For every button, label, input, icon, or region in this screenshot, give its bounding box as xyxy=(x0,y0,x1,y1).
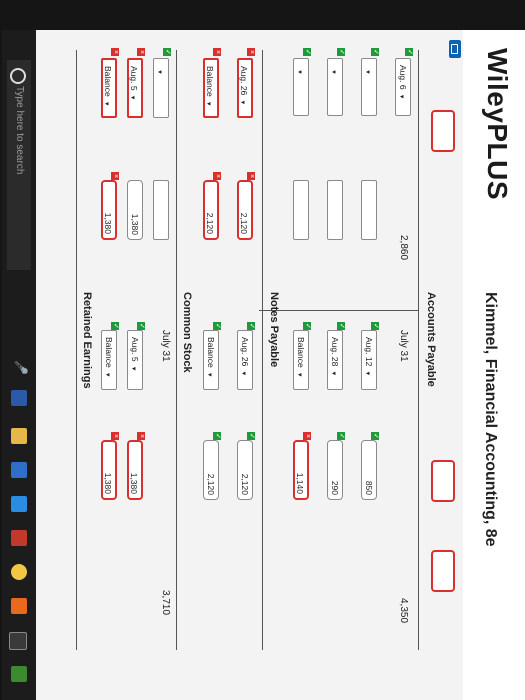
date-select[interactable]: Aug. 26▼ xyxy=(237,58,253,118)
t-account-line xyxy=(262,50,263,650)
date-select[interactable]: ▼ xyxy=(153,58,169,118)
check-icon: ✓ xyxy=(303,322,311,330)
answer-input[interactable] xyxy=(431,550,455,592)
amount-input[interactable]: 2,120 xyxy=(237,180,253,240)
notes-payable-title: Notes Payable xyxy=(268,292,280,368)
balance-select[interactable]: Balance▼ xyxy=(101,330,117,390)
date-select[interactable]: ▼ xyxy=(361,58,377,116)
app-header: WileyPLUS Kimmel, Financial Accounting, … xyxy=(463,30,525,700)
date-label: July 31 xyxy=(160,330,171,362)
amount-input[interactable]: 1,140 xyxy=(293,440,309,500)
balance-select[interactable]: Balance▼ xyxy=(203,330,219,390)
amount-value: 2,860 xyxy=(398,235,409,261)
t-account-line xyxy=(176,50,177,650)
error-icon: × xyxy=(111,432,119,440)
date-select[interactable]: Aug. 12▼ xyxy=(361,330,377,390)
error-icon: × xyxy=(111,172,119,180)
taskbar-search-input[interactable]: Type here to search xyxy=(7,60,31,270)
error-icon: × xyxy=(137,432,145,440)
amount-input[interactable] xyxy=(361,180,377,240)
edge-icon[interactable] xyxy=(11,496,27,512)
t-account-line xyxy=(418,50,419,650)
store-icon[interactable] xyxy=(11,462,27,478)
amount-input[interactable] xyxy=(153,180,169,240)
amount-value: 3,710 xyxy=(160,590,171,616)
browser-screen: WileyPLUS Kimmel, Financial Accounting, … xyxy=(2,30,525,700)
file-explorer-icon[interactable] xyxy=(11,428,27,444)
error-icon: × xyxy=(303,432,311,440)
amount-value: 4,350 xyxy=(398,598,409,624)
balance-select[interactable]: Balance▼ xyxy=(101,58,117,118)
date-select[interactable]: Aug. 26▼ xyxy=(237,330,253,390)
search-placeholder: Type here to search xyxy=(14,86,25,175)
amount-input[interactable]: 2,120 xyxy=(237,440,253,500)
balance-select[interactable]: Balance▼ xyxy=(203,58,219,118)
app-icon[interactable] xyxy=(9,632,27,650)
error-icon: × xyxy=(213,172,221,180)
accounts-payable-title: Accounts Payable xyxy=(425,292,437,387)
check-icon: ✓ xyxy=(303,48,311,56)
check-icon: ✓ xyxy=(213,432,221,440)
check-icon: ✓ xyxy=(247,432,255,440)
app-icon[interactable] xyxy=(11,666,27,682)
amount-input[interactable] xyxy=(327,180,343,240)
windows-taskbar: Type here to search 🎤 xyxy=(2,30,36,700)
amount-input[interactable]: 290 xyxy=(327,440,343,500)
check-icon: ✓ xyxy=(371,432,379,440)
error-icon: × xyxy=(137,48,145,56)
amount-input[interactable] xyxy=(293,180,309,240)
date-select[interactable]: ▼ xyxy=(327,58,343,116)
date-select[interactable]: Aug. 28▼ xyxy=(327,330,343,390)
expand-icon[interactable] xyxy=(449,40,461,58)
amount-input[interactable]: 2,120 xyxy=(203,180,219,240)
search-icon xyxy=(10,68,26,84)
retained-earnings-title: Retained Earnings xyxy=(81,292,93,389)
wileyplus-logo[interactable]: WileyPLUS xyxy=(481,48,513,200)
date-select[interactable]: Aug. 6▼ xyxy=(395,58,411,116)
check-icon: ✓ xyxy=(247,322,255,330)
check-icon: ✓ xyxy=(111,322,119,330)
check-icon: ✓ xyxy=(163,48,171,56)
amount-input[interactable]: 2,120 xyxy=(203,440,219,500)
check-icon: ✓ xyxy=(371,48,379,56)
check-icon: ✓ xyxy=(213,322,221,330)
error-icon: × xyxy=(247,172,255,180)
t-account-line xyxy=(76,50,77,650)
check-icon: ✓ xyxy=(337,48,345,56)
firefox-icon[interactable] xyxy=(11,598,27,614)
office-icon[interactable] xyxy=(11,530,27,546)
amount-input[interactable]: 850 xyxy=(361,440,377,500)
course-title: Kimmel, Financial Accounting, 8e xyxy=(482,292,499,547)
error-icon: × xyxy=(111,48,119,56)
date-select[interactable]: Aug. 5▼ xyxy=(127,330,143,390)
amount-input[interactable]: 1,380 xyxy=(127,180,143,240)
check-icon: ✓ xyxy=(405,48,413,56)
date-select[interactable]: ▼ xyxy=(293,58,309,116)
date-label: July 31 xyxy=(398,330,409,362)
task-view-icon[interactable] xyxy=(11,390,27,406)
answer-input[interactable] xyxy=(431,460,455,502)
check-icon: ✓ xyxy=(337,322,345,330)
answer-input[interactable] xyxy=(431,110,455,152)
photo-scene: WileyPLUS Kimmel, Financial Accounting, … xyxy=(0,0,525,700)
balance-select[interactable]: Balance▼ xyxy=(293,330,309,390)
error-icon: × xyxy=(213,48,221,56)
date-select[interactable]: Aug. 5▼ xyxy=(127,58,143,118)
chrome-icon[interactable] xyxy=(11,564,27,580)
check-icon: ✓ xyxy=(137,322,145,330)
error-icon: × xyxy=(247,48,255,56)
microphone-icon[interactable]: 🎤 xyxy=(14,360,28,375)
t-account-divider xyxy=(259,310,419,311)
amount-input[interactable]: 1,380 xyxy=(101,440,117,500)
common-stock-title: Common Stock xyxy=(181,292,193,373)
check-icon: ✓ xyxy=(371,322,379,330)
check-icon: ✓ xyxy=(337,432,345,440)
amount-input[interactable]: 1,380 xyxy=(101,180,117,240)
amount-input[interactable]: 1,380 xyxy=(127,440,143,500)
